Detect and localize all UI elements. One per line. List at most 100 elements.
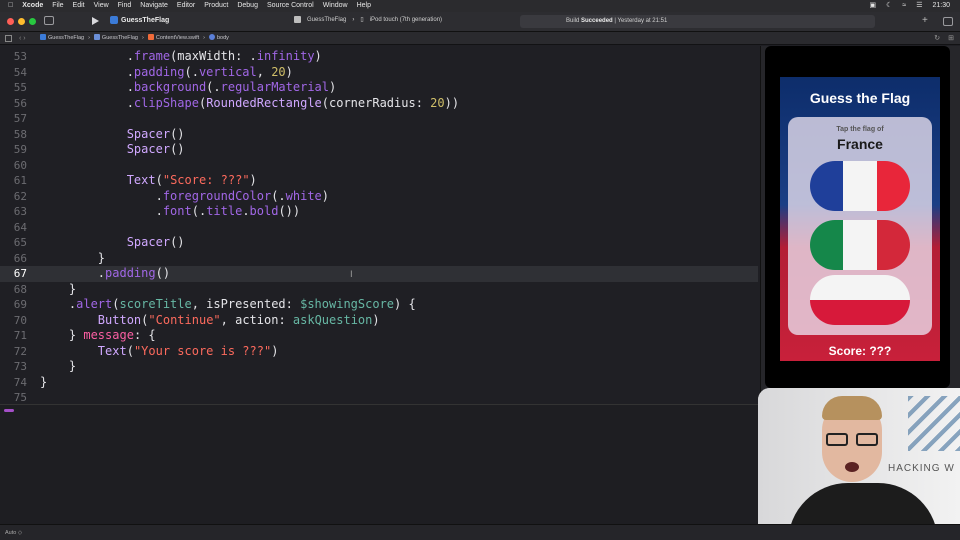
library-plus-icon[interactable]: + — [922, 15, 928, 26]
line-number: 56 — [13, 96, 27, 110]
code-line[interactable]: 71 } message: { — [0, 328, 758, 344]
flag-stripe — [810, 161, 844, 211]
code-text[interactable]: .foregroundColor(.white) — [40, 189, 329, 205]
moon-icon[interactable]: ☾ — [886, 0, 892, 12]
wifi-icon[interactable]: ≈ — [902, 0, 906, 12]
menu-bar:  Xcode File Edit View Find Navigate Edi… — [0, 0, 960, 12]
add-editor-icon[interactable]: ⊞ — [948, 32, 954, 45]
code-line[interactable]: 69 .alert(scoreTitle, isPresented: $show… — [0, 297, 758, 313]
code-text[interactable]: .frame(maxWidth: .infinity) — [40, 49, 322, 65]
code-line[interactable]: 64 — [0, 220, 758, 236]
code-line[interactable]: 59 Spacer() — [0, 142, 758, 158]
menu-editor[interactable]: Editor — [177, 0, 195, 12]
code-line[interactable]: 58 Spacer() — [0, 127, 758, 143]
menu-navigate[interactable]: Navigate — [140, 0, 168, 12]
line-number: 60 — [13, 158, 27, 172]
line-number: 61 — [13, 174, 27, 187]
console-mode-selector[interactable]: Auto ◇ — [5, 525, 22, 540]
menu-source-control[interactable]: Source Control — [267, 0, 314, 12]
app-preview[interactable]: Guess the Flag Tap the flag of France Sc… — [780, 77, 940, 361]
code-text[interactable]: } message: { — [40, 328, 156, 344]
code-line[interactable]: 66 } — [0, 251, 758, 267]
code-line[interactable]: 67 .padding() — [0, 266, 758, 282]
breadcrumb-symbol[interactable]: body — [209, 32, 229, 45]
presenter-hair — [822, 396, 882, 420]
menu-window[interactable]: Window — [323, 0, 348, 12]
debug-area[interactable] — [0, 404, 758, 524]
code-line[interactable]: 63 .font(.title.bold()) — [0, 204, 758, 220]
menu-edit[interactable]: Edit — [73, 0, 85, 12]
activity-status: Build Succeeded | Yesterday at 21:51 — [520, 15, 875, 28]
menu-find[interactable]: Find — [118, 0, 132, 12]
code-line[interactable]: 56 .clipShape(RoundedRectangle(cornerRad… — [0, 96, 758, 112]
history-nav[interactable]: ‹ › — [19, 32, 26, 45]
close-window-button[interactable] — [7, 18, 14, 25]
code-line[interactable]: 60 — [0, 158, 758, 174]
code-line[interactable]: 53 .frame(maxWidth: .infinity) — [0, 49, 758, 65]
window-controls — [7, 18, 36, 25]
related-items-icon[interactable] — [5, 35, 12, 42]
menu-view[interactable]: View — [94, 0, 109, 12]
scroll-marker — [4, 409, 14, 412]
code-line[interactable]: 55 .background(.regularMaterial) — [0, 80, 758, 96]
flag-button-italy[interactable] — [810, 220, 910, 270]
preview-country: France — [837, 136, 883, 152]
breadcrumb-project[interactable]: GuessTheFlag — [40, 32, 84, 45]
code-text[interactable]: .padding() — [40, 266, 170, 282]
xcode-project-icon — [110, 16, 118, 24]
code-text[interactable]: } — [40, 375, 47, 391]
breadcrumb-file[interactable]: ContentView.swift — [147, 32, 199, 45]
screen-share-icon[interactable]: ▣ — [869, 0, 876, 12]
refresh-icon[interactable]: ↻ — [934, 32, 940, 45]
jump-bar: ‹ › GuessTheFlag › GuessTheFlag › Conten… — [0, 32, 960, 45]
code-text[interactable]: .clipShape(RoundedRectangle(cornerRadius… — [40, 96, 459, 112]
code-text[interactable]: Text("Score: ???") — [40, 173, 257, 189]
scheme-name[interactable]: GuessTheFlag — [307, 17, 346, 23]
code-text[interactable]: Button("Continue", action: askQuestion) — [40, 313, 380, 329]
flag-button-poland[interactable] — [810, 275, 910, 325]
line-number: 58 — [13, 127, 27, 141]
code-text[interactable]: } — [40, 251, 105, 267]
breadcrumb-folder[interactable]: GuessTheFlag — [93, 32, 138, 45]
code-line[interactable]: 65 Spacer() — [0, 235, 758, 251]
code-line[interactable]: 70 Button("Continue", action: askQuestio… — [0, 313, 758, 329]
code-line[interactable]: 57 — [0, 111, 758, 127]
menu-app-name[interactable]: Xcode — [22, 0, 43, 12]
webcam-logo-text: HACKING W — [888, 463, 955, 474]
code-text[interactable]: Text("Your score is ???") — [40, 344, 279, 360]
menu-product[interactable]: Product — [204, 0, 228, 12]
code-text[interactable]: .background(.regularMaterial) — [40, 80, 337, 96]
code-text[interactable]: .padding(.vertical, 20) — [40, 65, 293, 81]
code-line[interactable]: 74} — [0, 375, 758, 391]
menu-help[interactable]: Help — [357, 0, 371, 12]
breadcrumb: GuessTheFlag › GuessTheFlag › ContentVie… — [40, 32, 229, 45]
run-button[interactable] — [92, 17, 99, 25]
code-line[interactable]: 61 Text("Score: ???") — [0, 173, 758, 189]
device-name[interactable]: iPod touch (7th generation) — [370, 17, 442, 23]
code-text[interactable]: .alert(scoreTitle, isPresented: $showing… — [40, 297, 416, 313]
code-line[interactable]: 62 .foregroundColor(.white) — [0, 189, 758, 205]
code-line[interactable]: 73 } — [0, 359, 758, 375]
code-text[interactable]: Spacer() — [40, 127, 185, 143]
navigator-toggle-icon[interactable] — [44, 16, 54, 25]
menu-file[interactable]: File — [52, 0, 63, 12]
code-line[interactable]: 68 } — [0, 282, 758, 298]
code-line[interactable]: 72 Text("Your score is ???") — [0, 344, 758, 360]
inspector-toggle-icon[interactable] — [943, 17, 953, 26]
control-center-icon[interactable]: ☰ — [916, 0, 922, 12]
code-editor[interactable]: 53 .frame(maxWidth: .infinity) 54 .paddin… — [0, 46, 758, 406]
zoom-window-button[interactable] — [29, 18, 36, 25]
code-text[interactable]: Spacer() — [40, 142, 185, 158]
code-text[interactable]: } — [40, 359, 76, 375]
minimize-window-button[interactable] — [18, 18, 25, 25]
code-text[interactable]: Spacer() — [40, 235, 185, 251]
code-text[interactable]: .font(.title.bold()) — [40, 204, 301, 220]
apple-icon[interactable]:  — [8, 0, 13, 12]
code-line[interactable]: 54 .padding(.vertical, 20) — [0, 65, 758, 81]
flag-button-france[interactable] — [810, 161, 910, 211]
menu-clock[interactable]: 21:30 — [932, 0, 950, 12]
window-toolbar: GuessTheFlag GuessTheFlag › ▯ iPod touch… — [0, 12, 960, 32]
menu-debug[interactable]: Debug — [237, 0, 258, 12]
code-text[interactable]: } — [40, 282, 76, 298]
scheme-selector[interactable]: GuessTheFlag › ▯ iPod touch (7th generat… — [294, 16, 442, 23]
